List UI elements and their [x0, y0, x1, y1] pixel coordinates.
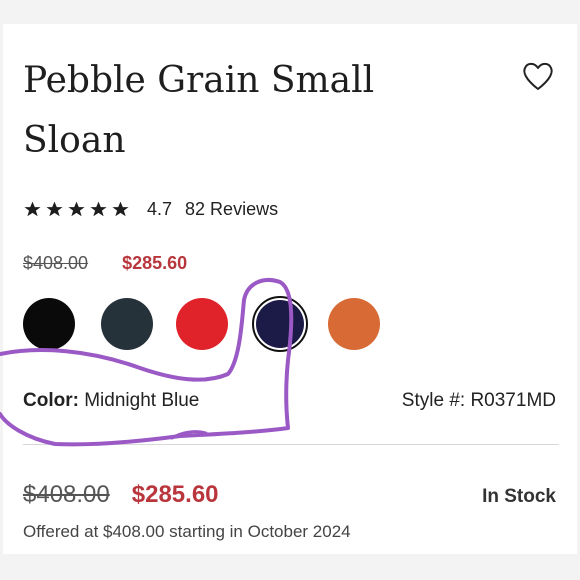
product-info-card: Pebble Grain Small Sloan 4.7 82 Reviews … — [3, 24, 577, 554]
swatch-black[interactable] — [23, 298, 75, 350]
sale-price: $285.60 — [122, 253, 188, 273]
offer-note: Offered at $408.00 starting in October 2… — [23, 522, 351, 541]
swatch-red[interactable] — [176, 298, 228, 350]
swatch-orange[interactable] — [328, 298, 380, 350]
stock-status: In Stock — [482, 486, 556, 507]
star-icon — [46, 201, 63, 216]
color-value: Midnight Blue — [84, 390, 200, 411]
star-icon — [68, 201, 85, 216]
star-rating — [23, 200, 130, 219]
original-price-large: $408.00 — [23, 481, 110, 508]
star-icon — [90, 201, 107, 216]
color-label: Color: — [23, 390, 79, 411]
price-detail: $408.00 $285.60 — [23, 481, 219, 509]
selected-color: Color: Midnight Blue — [23, 390, 199, 412]
star-icon — [112, 201, 129, 216]
wishlist-button[interactable] — [521, 60, 555, 92]
style-number: Style #: R0371MD — [402, 390, 556, 412]
style-value: R0371MD — [470, 390, 556, 411]
price-summary: $408.00 $285.60 — [23, 253, 187, 274]
swatch-midnight-blue[interactable] — [252, 296, 308, 352]
star-icon — [24, 201, 41, 216]
product-title: Pebble Grain Small Sloan — [23, 60, 375, 161]
reviews-link[interactable]: 82 Reviews — [185, 199, 278, 220]
product-page: Pebble Grain Small Sloan 4.7 82 Reviews … — [0, 0, 580, 580]
style-label: Style #: — [401, 390, 466, 411]
original-price: $408.00 — [23, 253, 89, 273]
rating-row: 4.7 82 Reviews — [23, 196, 278, 222]
swatch-dark-slate[interactable] — [101, 298, 153, 350]
rating-value: 4.7 — [147, 198, 173, 219]
heart-outline-icon — [523, 62, 553, 90]
divider — [23, 444, 559, 445]
sale-price-large: $285.60 — [131, 481, 219, 508]
